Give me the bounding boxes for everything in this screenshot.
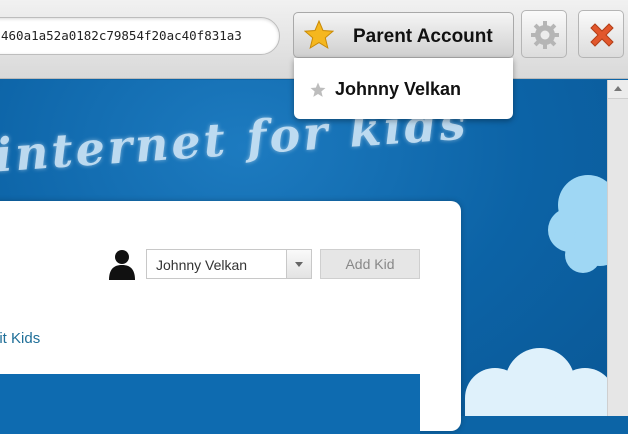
parent-account-button[interactable]: Parent Account [293,12,514,58]
url-text: 460a1a52a0182c79854f20ac40f831a3 [1,28,242,43]
close-icon [590,23,614,47]
settings-button[interactable] [521,10,567,58]
cloud-decoration [465,348,607,416]
scroll-up-button[interactable] [608,80,628,99]
content-panel: Johnny Velkan Add Kid Edit Kids [0,201,461,434]
chevron-down-icon [295,262,303,267]
edit-kids-label: Edit Kids [0,330,41,347]
chevron-up-icon [614,86,622,91]
star-icon [304,20,334,50]
close-button[interactable] [578,10,624,58]
dropdown-item-johnny-velkan[interactable]: Johnny Velkan [335,79,461,100]
kid-select-toggle[interactable] [286,250,311,278]
url-bar[interactable]: 460a1a52a0182c79854f20ac40f831a3 [0,17,280,55]
star-icon [310,82,326,97]
cloud-decoration [548,175,607,273]
person-silhouette-icon [109,250,135,280]
edit-kids-link[interactable]: Edit Kids [0,330,48,347]
kid-select-dropdown[interactable]: Johnny Velkan [146,249,312,279]
add-kid-button[interactable]: Add Kid [320,249,420,279]
content-strip [0,374,420,434]
kid-select-value: Johnny Velkan [156,257,248,273]
account-dropdown-menu: Johnny Velkan [294,58,513,119]
vertical-scrollbar[interactable] [607,80,628,416]
gear-icon [531,21,559,49]
parent-account-label: Parent Account [353,26,493,47]
